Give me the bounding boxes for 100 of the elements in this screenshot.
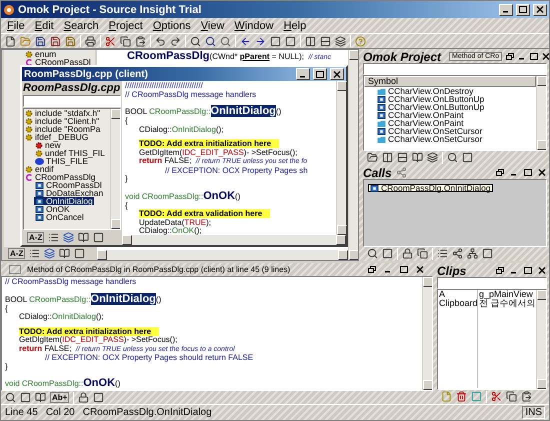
vertical-scrollbar[interactable]	[536, 290, 546, 389]
print-icon[interactable]	[85, 36, 96, 46]
layers-icon[interactable]	[44, 248, 56, 259]
book-icon[interactable]	[412, 152, 423, 163]
symbol-item[interactable]: new	[34, 141, 62, 149]
columns-icon[interactable]	[305, 36, 316, 46]
maximize-button[interactable]	[530, 52, 538, 62]
paste-icon[interactable]	[135, 36, 146, 46]
vertical-scrollbar[interactable]	[348, 50, 358, 260]
symbol-item[interactable]: ifdef _DEBUG	[24, 133, 90, 141]
restore-button[interactable]	[495, 266, 505, 276]
menu-item[interactable]: Options	[152, 20, 191, 32]
redo-icon[interactable]	[170, 36, 181, 46]
help-icon[interactable]	[355, 36, 366, 46]
save-all-icon[interactable]	[50, 36, 61, 46]
window-icon[interactable]	[270, 36, 281, 46]
search-icon[interactable]	[205, 36, 216, 46]
maximize-button[interactable]	[523, 168, 533, 178]
list-icon[interactable]	[437, 248, 448, 259]
symbol-item[interactable]: CCharView.OnSetCursor	[376, 135, 484, 143]
copy-icon[interactable]	[417, 248, 428, 259]
symbol-item[interactable]: CRoomPassDl	[34, 181, 103, 189]
horizontal-scrollbar[interactable]	[97, 250, 348, 260]
window-icon[interactable]	[74, 248, 86, 259]
window-icon[interactable]	[462, 152, 473, 163]
folder-icon[interactable]	[367, 152, 378, 163]
paste-icon[interactable]	[521, 391, 532, 402]
symbol-item[interactable]: include "Client.h"	[24, 117, 100, 125]
symbol-item[interactable]: CCharView.OnPaint	[376, 111, 464, 119]
window-icon[interactable]	[20, 392, 31, 403]
close-button[interactable]	[415, 264, 425, 274]
columns-icon[interactable]	[382, 152, 393, 163]
lock-icon[interactable]	[402, 248, 413, 259]
network-icon[interactable]	[467, 248, 478, 259]
vertical-scrollbar[interactable]	[536, 76, 546, 150]
search-icon[interactable]	[190, 36, 201, 46]
symbol-item[interactable]: CCharView.OnSetCursor	[376, 127, 484, 135]
list-icon[interactable]	[48, 232, 60, 243]
list-icon[interactable]	[29, 248, 40, 259]
menu-item[interactable]: File	[7, 20, 25, 32]
search-icon[interactable]	[367, 248, 378, 259]
menu-item[interactable]: Edit	[34, 20, 54, 32]
menu-item[interactable]: Window	[234, 20, 274, 32]
symbol-item[interactable]: CCharView.OnLButtonUp	[376, 95, 486, 103]
symbol-item[interactable]: include "RoomPa	[24, 125, 102, 133]
back-icon[interactable]	[240, 36, 251, 46]
symbol-item[interactable]: OnCancel	[34, 213, 85, 221]
window-icon[interactable]	[285, 36, 296, 46]
menu-item[interactable]: Help	[284, 20, 306, 32]
symbol-item[interactable]: CRoomPassDlg	[24, 173, 96, 181]
symbol-item[interactable]: CRoomPassDl	[24, 58, 92, 66]
symbol-item[interactable]: endif	[24, 165, 54, 173]
call-item[interactable]: CRoomPassDlg.OnInitDialog	[368, 184, 493, 192]
format-button[interactable]: Ab+	[50, 392, 70, 403]
horizontal-scrollbar[interactable]	[122, 235, 346, 245]
close-button[interactable]	[537, 266, 547, 276]
window-icon[interactable]	[382, 248, 393, 259]
rows-icon[interactable]	[320, 36, 331, 46]
book-icon[interactable]	[78, 232, 90, 243]
lock-icon[interactable]	[78, 392, 90, 403]
maximize-button[interactable]	[523, 266, 533, 276]
sort-button[interactable]: A-Z	[8, 248, 26, 259]
restore-button[interactable]	[495, 168, 505, 178]
minimize-button[interactable]	[499, 4, 513, 16]
menu-item[interactable]: View	[200, 20, 224, 32]
vertical-scrollbar[interactable]	[110, 109, 120, 229]
save-icon[interactable]	[65, 36, 76, 46]
new-file-icon[interactable]	[5, 36, 16, 46]
search-icon[interactable]	[5, 392, 16, 403]
window-icon[interactable]	[93, 392, 104, 403]
search-icon[interactable]	[447, 152, 458, 163]
share-icon[interactable]	[452, 248, 463, 259]
book-icon[interactable]	[59, 248, 70, 259]
window-icon[interactable]	[482, 248, 493, 259]
input-field[interactable]	[23, 95, 121, 107]
save-icon[interactable]	[35, 36, 46, 46]
window-icon[interactable]	[93, 232, 104, 243]
vertical-scrollbar[interactable]	[336, 81, 346, 235]
book-icon[interactable]	[35, 392, 46, 403]
symbol-item[interactable]: CCharView.OnDestroy	[376, 87, 474, 95]
menu-item[interactable]: Search	[64, 20, 99, 32]
restore-button[interactable]	[506, 52, 514, 62]
cut-icon[interactable]	[491, 391, 502, 402]
sort-button[interactable]: A-Z	[27, 232, 44, 243]
forward-icon[interactable]	[255, 36, 266, 46]
combo-field[interactable]	[363, 63, 547, 75]
vertical-scrollbar[interactable]	[422, 277, 432, 390]
minimize-button[interactable]	[296, 68, 310, 80]
symbol-item[interactable]: DoDataExchan	[34, 189, 104, 197]
menu-item[interactable]: Project	[108, 20, 143, 32]
open-folder-icon[interactable]	[20, 36, 31, 46]
close-button[interactable]	[542, 52, 550, 62]
layers-icon[interactable]	[63, 232, 74, 243]
column-header[interactable]: Symbol	[364, 76, 536, 87]
symbol-item[interactable]: OnInitDialog	[34, 197, 94, 205]
delete-icon[interactable]	[456, 391, 467, 402]
symbol-item[interactable]: CCharView.OnPaint	[376, 119, 464, 127]
copy-icon[interactable]	[120, 36, 131, 46]
cut-icon[interactable]	[105, 36, 116, 46]
symbol-item[interactable]: include "stdafx.h"	[24, 109, 102, 117]
